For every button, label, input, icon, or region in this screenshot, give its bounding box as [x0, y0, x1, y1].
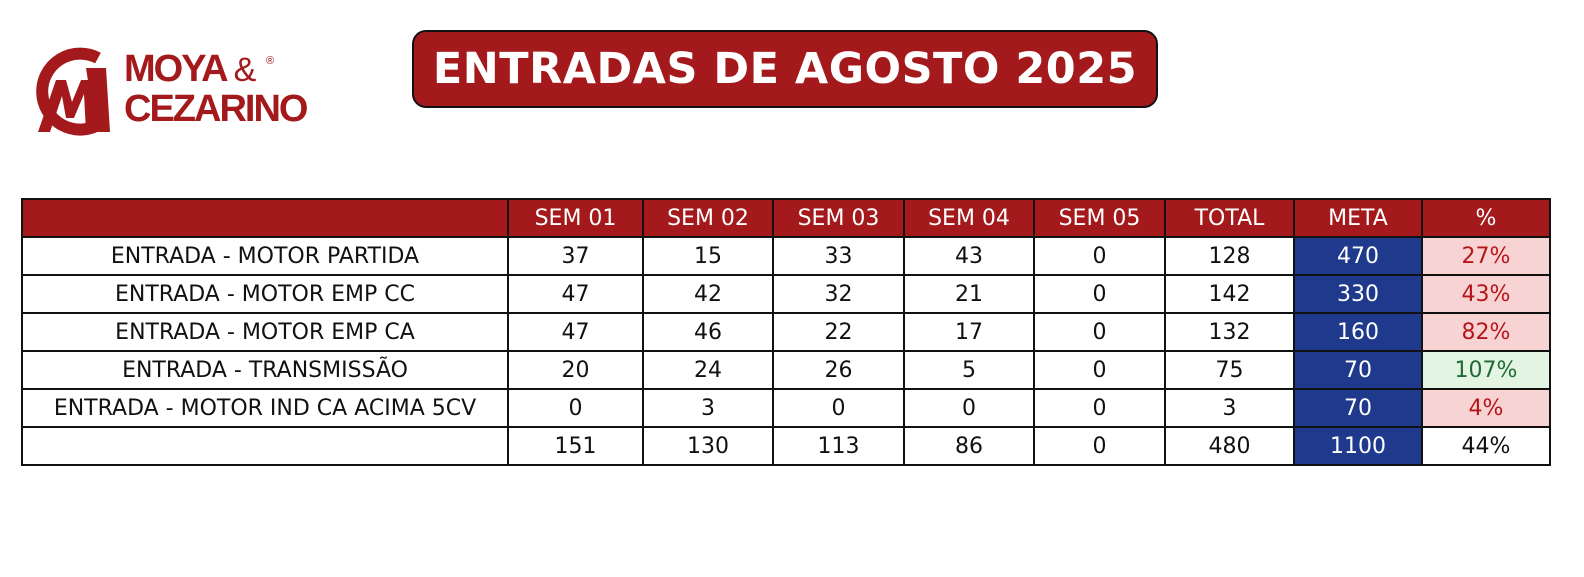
cell-total: 3 — [1164, 388, 1295, 428]
moya-cezarino-emblem-icon — [36, 47, 110, 136]
cell-total: 75 — [1164, 350, 1295, 390]
header-sem05: SEM 05 — [1033, 198, 1166, 238]
total-sem02: 130 — [642, 426, 774, 466]
row-label: ENTRADA - MOTOR IND CA ACIMA 5CV — [21, 388, 509, 428]
cell-total: 128 — [1164, 236, 1295, 276]
cell-meta: 470 — [1293, 236, 1423, 276]
cell-sem05: 0 — [1033, 274, 1166, 314]
header-sem02: SEM 02 — [642, 198, 774, 238]
cell-sem05: 0 — [1033, 350, 1166, 390]
total-sem05: 0 — [1033, 426, 1166, 466]
header-total: TOTAL — [1164, 198, 1295, 238]
logo-text-cezarino: CEZARINO — [124, 88, 308, 130]
row-label: ENTRADA - MOTOR EMP CA — [21, 312, 509, 352]
cell-meta: 70 — [1293, 350, 1423, 390]
total-sem03: 113 — [772, 426, 905, 466]
cell-sem02: 24 — [642, 350, 774, 390]
cell-sem02: 3 — [642, 388, 774, 428]
cell-sem05: 0 — [1033, 312, 1166, 352]
cell-sem04: 0 — [903, 388, 1035, 428]
cell-percent: 107% — [1421, 350, 1551, 390]
cell-total: 132 — [1164, 312, 1295, 352]
cell-percent: 4% — [1421, 388, 1551, 428]
table-row: ENTRADA - MOTOR EMP CA 47 46 22 17 0 132… — [21, 312, 1551, 352]
table-row: ENTRADA - MOTOR EMP CC 47 42 32 21 0 142… — [21, 274, 1551, 314]
row-label: ENTRADA - MOTOR PARTIDA — [21, 236, 509, 276]
totals-label — [21, 426, 509, 466]
cell-sem05: 0 — [1033, 236, 1166, 276]
page-title: ENTRADAS DE AGOSTO 2025 — [412, 30, 1158, 108]
table-row: ENTRADA - TRANSMISSÃO 20 24 26 5 0 75 70… — [21, 350, 1551, 390]
row-label: ENTRADA - MOTOR EMP CC — [21, 274, 509, 314]
cell-sem01: 47 — [507, 312, 644, 352]
header-label — [21, 198, 509, 238]
cell-sem01: 37 — [507, 236, 644, 276]
table-row: ENTRADA - MOTOR IND CA ACIMA 5CV 0 3 0 0… — [21, 388, 1551, 428]
company-logo: MOYA & ® CEZARINO — [36, 44, 308, 136]
cell-percent: 27% — [1421, 236, 1551, 276]
header-percent: % — [1421, 198, 1551, 238]
total-percent: 44% — [1421, 426, 1551, 466]
cell-sem04: 17 — [903, 312, 1035, 352]
cell-meta: 70 — [1293, 388, 1423, 428]
cell-sem05: 0 — [1033, 388, 1166, 428]
header-sem01: SEM 01 — [507, 198, 644, 238]
cell-meta: 330 — [1293, 274, 1423, 314]
logo-ampersand: & — [233, 51, 257, 89]
total-total: 480 — [1164, 426, 1295, 466]
cell-percent: 82% — [1421, 312, 1551, 352]
header-sem03: SEM 03 — [772, 198, 905, 238]
total-sem04: 86 — [903, 426, 1035, 466]
cell-sem01: 20 — [507, 350, 644, 390]
cell-meta: 160 — [1293, 312, 1423, 352]
cell-percent: 43% — [1421, 274, 1551, 314]
table-row: ENTRADA - MOTOR PARTIDA 37 15 33 43 0 12… — [21, 236, 1551, 276]
cell-sem04: 43 — [903, 236, 1035, 276]
logo-registered-mark: ® — [266, 55, 275, 67]
cell-sem01: 47 — [507, 274, 644, 314]
cell-sem02: 46 — [642, 312, 774, 352]
cell-sem02: 42 — [642, 274, 774, 314]
cell-sem03: 33 — [772, 236, 905, 276]
cell-sem03: 32 — [772, 274, 905, 314]
logo-text-moya: MOYA — [124, 48, 227, 90]
table-header-row: SEM 01 SEM 02 SEM 03 SEM 04 SEM 05 TOTAL… — [21, 198, 1551, 238]
cell-sem03: 0 — [772, 388, 905, 428]
cell-sem03: 22 — [772, 312, 905, 352]
total-sem01: 151 — [507, 426, 644, 466]
row-label: ENTRADA - TRANSMISSÃO — [21, 350, 509, 390]
cell-total: 142 — [1164, 274, 1295, 314]
cell-sem02: 15 — [642, 236, 774, 276]
total-meta: 1100 — [1293, 426, 1423, 466]
entries-table: SEM 01 SEM 02 SEM 03 SEM 04 SEM 05 TOTAL… — [21, 198, 1551, 466]
cell-sem04: 5 — [903, 350, 1035, 390]
cell-sem01: 0 — [507, 388, 644, 428]
header-meta: META — [1293, 198, 1423, 238]
header-sem04: SEM 04 — [903, 198, 1035, 238]
cell-sem04: 21 — [903, 274, 1035, 314]
cell-sem03: 26 — [772, 350, 905, 390]
totals-row: 151 130 113 86 0 480 1100 44% — [21, 426, 1551, 466]
